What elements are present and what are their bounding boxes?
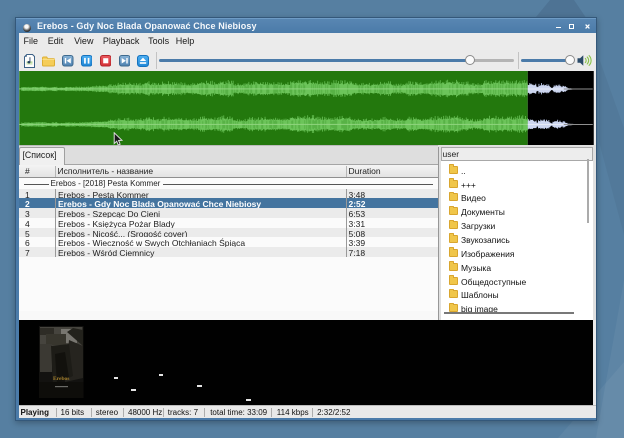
svg-text:Erebos: Erebos [53,376,69,382]
